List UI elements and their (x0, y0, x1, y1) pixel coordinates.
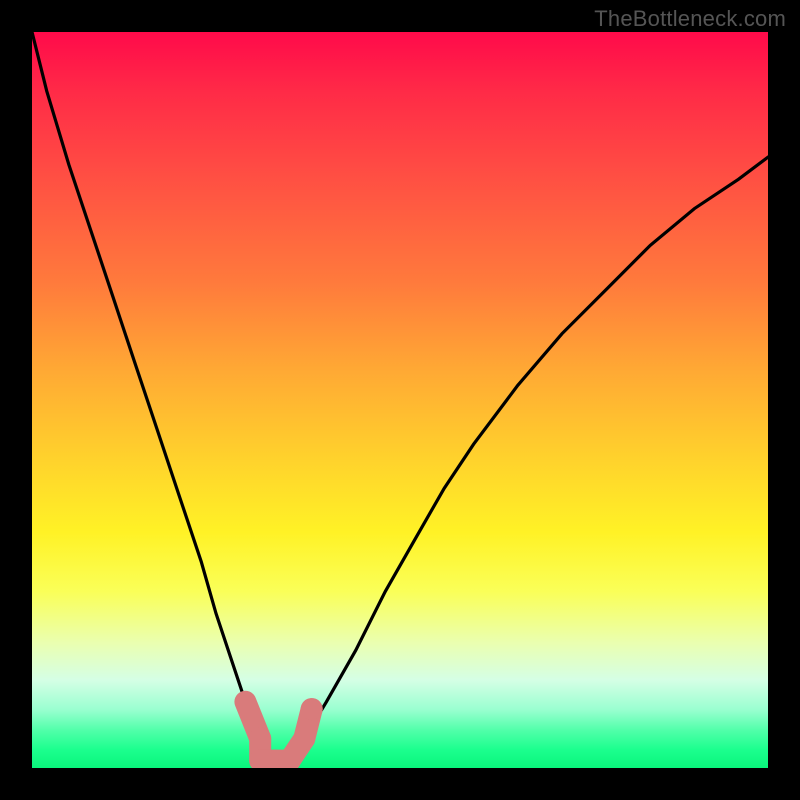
highlight-markers (32, 32, 768, 768)
plot-area (32, 32, 768, 768)
watermark-text: TheBottleneck.com (594, 6, 786, 32)
chart-container: TheBottleneck.com (0, 0, 800, 800)
